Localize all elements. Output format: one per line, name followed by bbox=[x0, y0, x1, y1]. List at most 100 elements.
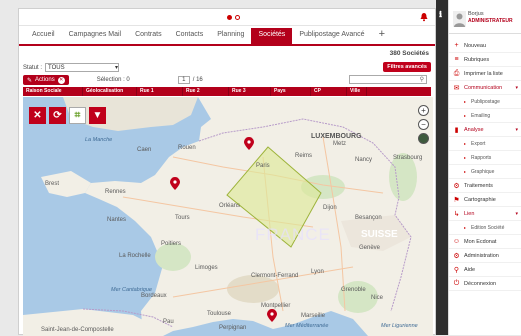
page-dot[interactable] bbox=[235, 15, 240, 20]
sidebar-item-label: Edition Société bbox=[471, 224, 505, 231]
column-header[interactable]: Raison Sociale bbox=[23, 87, 83, 96]
status-select[interactable]: TOUS ▾ bbox=[45, 63, 120, 72]
column-header[interactable]: Rue 3 bbox=[229, 87, 271, 96]
sidebar-item-rubriques[interactable]: ≡ Rubriques bbox=[449, 53, 521, 67]
chart-icon: ▮ bbox=[454, 126, 459, 134]
sidebar-item-administration[interactable]: ⚙ Administration bbox=[449, 249, 521, 263]
menu-item-soci-t-s[interactable]: Sociétés bbox=[251, 28, 293, 44]
country-label-france: FRANCE bbox=[255, 225, 331, 244]
column-header[interactable]: Géolocalisation bbox=[83, 87, 137, 96]
sidebar-item-edition-soci-t-[interactable]: ▸ Edition Société bbox=[449, 221, 521, 235]
page-input[interactable]: 1 bbox=[177, 76, 190, 84]
sidebar-item-traitements[interactable]: ⚙ Traitements bbox=[449, 179, 521, 193]
map-view[interactable]: ✕ ⟳ ⌗ ▼ + − Rouen Caen Paris Reims Metz … bbox=[23, 97, 433, 336]
city-label: La Rochelle bbox=[119, 253, 151, 259]
city-label: Montpellier bbox=[261, 303, 291, 309]
city-label: Clermont-Ferrand bbox=[251, 273, 299, 279]
sidebar-item-d-connexion[interactable]: ⏻ Déconnexion bbox=[449, 277, 521, 291]
screen: Accueil Campagnes Mail Contrats Contacts Pla… bbox=[0, 0, 521, 336]
actions-button[interactable]: ✎ Actions ✕ bbox=[23, 75, 69, 85]
city-label: Reims bbox=[295, 153, 313, 159]
menu-item-contacts[interactable]: Contacts bbox=[169, 28, 211, 44]
page-dot-active[interactable] bbox=[227, 15, 232, 20]
bullet-icon: ▸ bbox=[463, 169, 466, 174]
user-panel[interactable]: Borjus ADMINISTRATEUR bbox=[449, 0, 521, 34]
zoom-out-icon[interactable]: − bbox=[418, 119, 429, 130]
column-header[interactable]: Ville bbox=[347, 87, 367, 96]
city-label: Genève bbox=[359, 245, 381, 251]
sidebar-item-label: Aide bbox=[464, 266, 476, 273]
close-icon[interactable]: ✕ bbox=[57, 76, 65, 84]
city-label: Toulouse bbox=[207, 311, 232, 317]
record-count: 380 Sociétés bbox=[389, 50, 429, 57]
edit-icon: ✎ bbox=[27, 77, 33, 84]
right-sidebar: Borjus ADMINISTRATEUR + Nouveau ≡ Rubriques… bbox=[448, 0, 521, 335]
user-role: ADMINISTRATEUR bbox=[468, 18, 513, 24]
search-input[interactable]: ⚲ bbox=[349, 75, 427, 84]
polygon-tool-icon[interactable]: ⌗ bbox=[69, 107, 86, 124]
city-label: Pau bbox=[163, 319, 174, 325]
page-indicator[interactable] bbox=[227, 15, 240, 20]
sidebar-item-label: Communication bbox=[464, 84, 503, 91]
menu-item-planning[interactable]: Planning bbox=[210, 28, 251, 44]
main-panel: Accueil Campagnes Mail Contrats Contacts Pla… bbox=[18, 8, 436, 336]
sidebar-item-communication[interactable]: ✉ Communication ▾ bbox=[449, 81, 521, 95]
sidebar-item-label: Administration bbox=[464, 252, 499, 259]
column-header[interactable]: Rue 1 bbox=[137, 87, 183, 96]
layers-icon[interactable] bbox=[418, 133, 429, 144]
advanced-filters-button[interactable]: Filtres avancés bbox=[383, 62, 431, 72]
column-header[interactable]: Pays bbox=[271, 87, 311, 96]
column-header[interactable]: CP bbox=[311, 87, 347, 96]
sidebar-item-rapports[interactable]: ▸ Rapports bbox=[449, 151, 521, 165]
city-label: Tours bbox=[175, 215, 190, 221]
info-icon[interactable]: ℹ bbox=[439, 10, 442, 19]
power-icon: ⏻ bbox=[453, 279, 460, 287]
column-header[interactable]: Rue 2 bbox=[183, 87, 229, 96]
city-label: Saint-Jean-de-Compostelle bbox=[41, 327, 114, 333]
filter-icon[interactable]: ▼ bbox=[89, 107, 106, 124]
sidebar-item-analyse[interactable]: ▮ Analyse ▾ bbox=[449, 123, 521, 137]
clear-selection-icon[interactable]: ✕ bbox=[29, 107, 46, 124]
status-value: TOUS bbox=[48, 64, 65, 71]
sidebar-item-mon-ecdonat[interactable]: ☺ Mon Ecdonat bbox=[449, 235, 521, 249]
refresh-icon[interactable]: ⟳ bbox=[49, 107, 66, 124]
sidebar-item-export[interactable]: ▸ Export bbox=[449, 137, 521, 151]
bell-icon[interactable] bbox=[419, 12, 429, 22]
sidebar-item-aide[interactable]: ⚲ Aide bbox=[449, 263, 521, 277]
sidebar-item-publipostage[interactable]: ▸ Publipostage bbox=[449, 95, 521, 109]
menu-item-accueil[interactable]: Accueil bbox=[25, 28, 62, 44]
bullet-icon: ▸ bbox=[463, 113, 466, 118]
city-label: Orléans bbox=[219, 203, 241, 209]
print-icon: ⎙ bbox=[453, 69, 460, 77]
sidebar-item-label: Rapports bbox=[471, 154, 492, 161]
sidebar-item-lien[interactable]: ↳ Lien ▾ bbox=[449, 207, 521, 221]
city-label: Poitiers bbox=[161, 241, 182, 247]
city-label: Strasbourg bbox=[393, 155, 423, 161]
sidebar-item-label: Rubriques bbox=[464, 56, 490, 63]
sidebar-item-nouveau[interactable]: + Nouveau bbox=[449, 39, 521, 53]
zoom-in-icon[interactable]: + bbox=[418, 105, 429, 116]
sidebar-item-label: Cartographie bbox=[464, 196, 496, 203]
menu-item-publipostage-avanc-[interactable]: Publipostage Avancé bbox=[292, 28, 371, 44]
sidebar-item-label: Graphique bbox=[471, 168, 495, 175]
city-label: Marseille bbox=[301, 313, 326, 319]
sidebar-item-label: Imprimer la liste bbox=[464, 70, 503, 77]
menu-item-campagnes-mail[interactable]: Campagnes Mail bbox=[62, 28, 129, 44]
mail-icon: ✉ bbox=[453, 84, 460, 92]
add-tab-button[interactable]: + bbox=[372, 28, 392, 44]
menu-item-contrats[interactable]: Contrats bbox=[128, 28, 168, 44]
country-label-luxembourg: LUXEMBOURG bbox=[311, 133, 362, 140]
sidebar-item-label: Analyse bbox=[464, 126, 484, 133]
sidebar-item-cartographie[interactable]: ⚑ Cartographie bbox=[449, 193, 521, 207]
sidebar-item-graphique[interactable]: ▸ Graphique bbox=[449, 165, 521, 179]
sidebar-toggle[interactable]: ℹ bbox=[436, 0, 448, 335]
city-label: Caen bbox=[137, 147, 152, 153]
chevron-down-icon: ▾ bbox=[115, 65, 119, 71]
avatar bbox=[453, 11, 466, 27]
city-label: Dijon bbox=[323, 205, 337, 211]
sidebar-item-imprimer-la-liste[interactable]: ⎙ Imprimer la liste bbox=[449, 67, 521, 81]
sidebar-item-emailing[interactable]: ▸ Emailing bbox=[449, 109, 521, 123]
zoom-controls: + − bbox=[418, 105, 429, 144]
actions-label: Actions bbox=[35, 77, 55, 83]
pin-icon: ⚲ bbox=[453, 266, 460, 274]
